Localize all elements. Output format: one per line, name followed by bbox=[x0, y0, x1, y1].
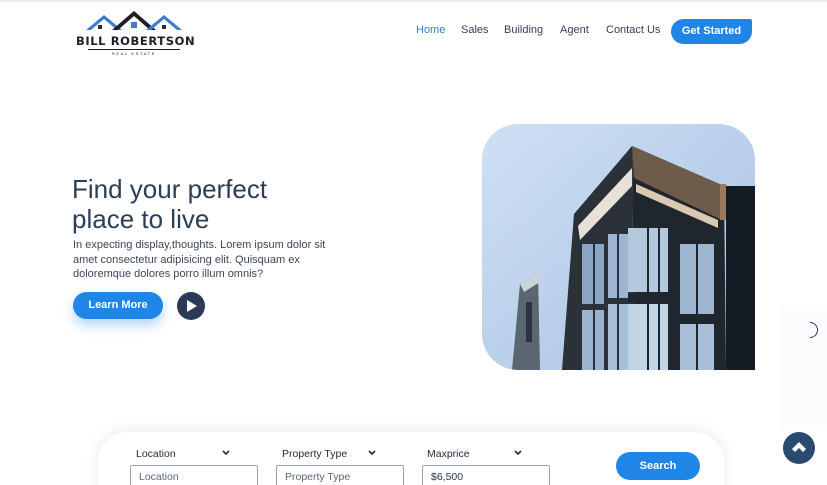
hero-building-image bbox=[482, 124, 755, 370]
brand-name: BILL ROBERTSON bbox=[76, 34, 196, 48]
nav-item-sales[interactable]: Sales bbox=[461, 24, 489, 36]
brand-divider bbox=[88, 49, 180, 50]
play-video-button[interactable] bbox=[177, 292, 205, 320]
hero-description-line: In expecting display,thoughts. Lorem ips… bbox=[73, 239, 326, 251]
chevron-up-icon bbox=[792, 442, 806, 452]
maxprice-input[interactable]: $6,500 bbox=[422, 465, 550, 485]
chevron-down-icon[interactable] bbox=[222, 450, 230, 456]
top-border bbox=[0, 0, 827, 2]
nav-item-home[interactable]: Home bbox=[416, 24, 445, 36]
nav-item-contact-us[interactable]: Contact Us bbox=[606, 24, 660, 36]
scroll-to-top-button[interactable] bbox=[783, 432, 815, 464]
hero-title-line: place to live bbox=[72, 204, 210, 234]
side-tab-handle-icon bbox=[810, 322, 818, 338]
side-panel-tab[interactable] bbox=[781, 306, 827, 430]
hero-title-line: Find your perfect bbox=[72, 174, 268, 204]
nav-item-agent[interactable]: Agent bbox=[560, 24, 589, 36]
location-input[interactable]: Location bbox=[130, 465, 258, 485]
property-type-label: Property Type bbox=[282, 448, 348, 460]
building-photo bbox=[482, 124, 755, 370]
roofs-logo-icon bbox=[86, 11, 182, 30]
brand-logo[interactable]: BILL ROBERTSON REAL ESTATE bbox=[76, 10, 196, 56]
property-type-input[interactable]: Property Type bbox=[276, 465, 404, 485]
hero-description-line: doloremque dolores porro illum omnis? bbox=[73, 268, 264, 280]
hero-title: Find your perfect place to live bbox=[72, 174, 372, 234]
maxprice-label: Maxprice bbox=[427, 448, 470, 460]
get-started-button[interactable]: Get Started bbox=[671, 19, 752, 44]
nav-item-building[interactable]: Building bbox=[504, 24, 543, 36]
chevron-down-icon[interactable] bbox=[514, 450, 522, 456]
hero-description-line: amet consectetur adipisicing elit. Quisq… bbox=[73, 253, 300, 266]
location-label: Location bbox=[136, 448, 176, 460]
learn-more-button[interactable]: Learn More bbox=[73, 292, 163, 319]
chevron-down-icon[interactable] bbox=[368, 450, 376, 456]
hero-description: In expecting display,thoughts. Lorem ips… bbox=[73, 238, 338, 282]
play-icon bbox=[187, 300, 197, 312]
brand-tagline: REAL ESTATE bbox=[112, 51, 156, 56]
search-button[interactable]: Search bbox=[616, 452, 700, 480]
